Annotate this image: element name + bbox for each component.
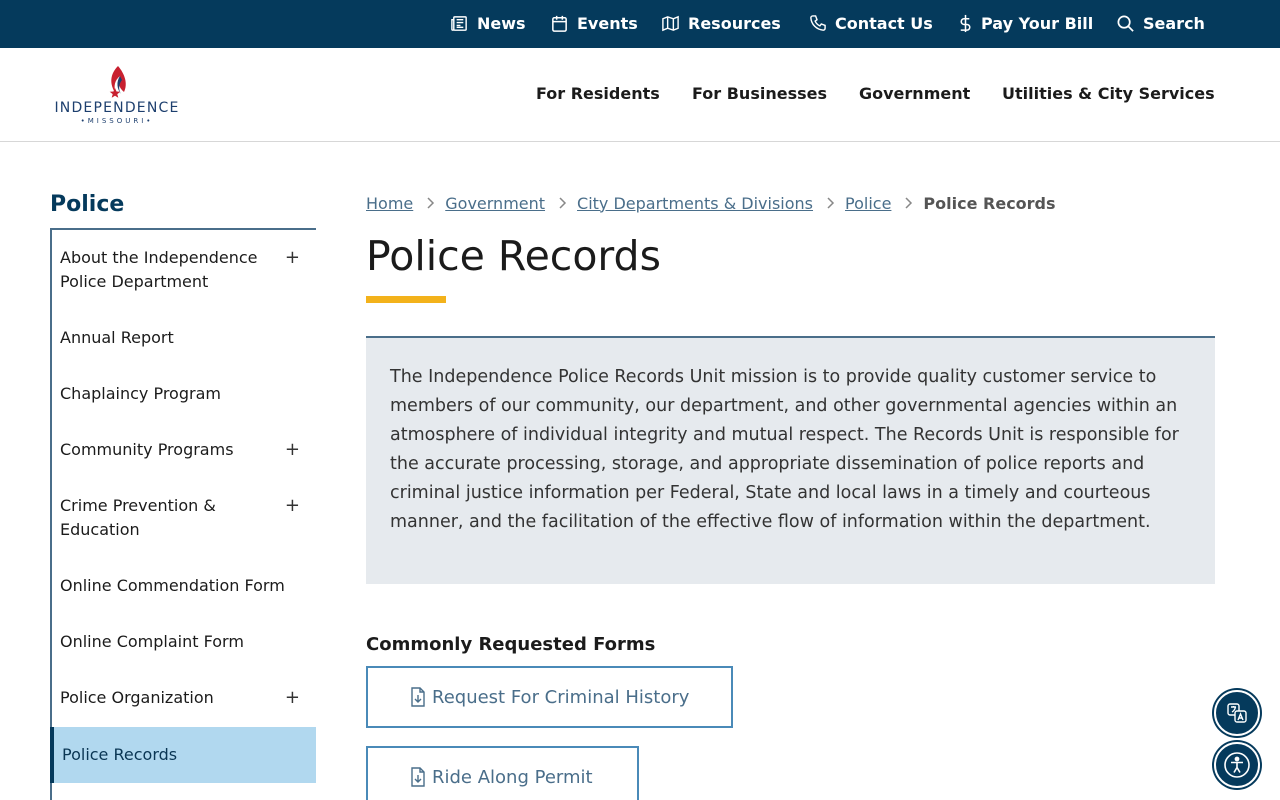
breadcrumb-current: Police Records [923, 193, 1056, 213]
flame-logo-icon [109, 66, 126, 98]
form-button-label: Ride Along Permit [432, 766, 593, 788]
chevron-right-icon [905, 197, 913, 209]
sidebar-item-label: Community Programs [60, 440, 234, 459]
breadcrumb-police[interactable]: Police [845, 194, 891, 213]
dollar-icon [960, 14, 971, 32]
accessibility-icon [1224, 752, 1250, 778]
logo-state: •MISSOURI• [80, 117, 154, 125]
newspaper-icon [451, 15, 467, 31]
sidebar-item-label: Crime Prevention & Education [60, 496, 216, 539]
events-link[interactable]: Events [550, 12, 638, 34]
form-button-label: Request For Criminal History [432, 686, 690, 708]
expand-plus-icon[interactable]: + [285, 438, 300, 462]
city-logo[interactable]: INDEPENDENCE •MISSOURI• [50, 64, 186, 126]
sidebar-item-about[interactable]: About the Independence Police Department… [52, 246, 316, 294]
utility-bar: News Events Resources Contact Us Pay You… [0, 0, 1280, 48]
search-link[interactable]: Search [1116, 12, 1205, 34]
sidebar-item-police-records[interactable]: Police Records [50, 727, 316, 783]
translate-icon [1227, 703, 1247, 723]
sidebar-item-commendation-form[interactable]: Online Commendation Form [52, 574, 316, 598]
sidebar-item-crime-prevention[interactable]: Crime Prevention & Education + [52, 494, 316, 542]
page-title: Police Records [366, 232, 661, 280]
sidebar-item-label: Online Commendation Form [60, 576, 285, 595]
intro-callout: The Independence Police Records Unit mis… [366, 336, 1215, 584]
breadcrumb: Home Government City Departments & Divis… [366, 192, 1056, 214]
forms-heading: Commonly Requested Forms [366, 634, 656, 655]
logo-name: INDEPENDENCE [54, 100, 180, 116]
accessibility-button[interactable] [1214, 742, 1260, 788]
sidebar-item-annual-report[interactable]: Annual Report [52, 326, 316, 350]
chevron-right-icon [427, 197, 435, 209]
search-label: Search [1143, 13, 1205, 33]
calendar-icon [552, 15, 567, 32]
sidebar-item-complaint-form[interactable]: Online Complaint Form [52, 630, 316, 654]
sidebar-item-community-programs[interactable]: Community Programs + [52, 438, 316, 462]
contact-link[interactable]: Contact Us [808, 12, 933, 34]
breadcrumb-home[interactable]: Home [366, 194, 413, 213]
nav-government[interactable]: Government [859, 84, 970, 103]
sidebar-item-label: Police Records [62, 745, 178, 764]
resources-link[interactable]: Resources [661, 12, 781, 34]
breadcrumb-departments[interactable]: City Departments & Divisions [577, 194, 813, 213]
translate-button[interactable] [1214, 690, 1260, 736]
ride-along-form-button[interactable]: Ride Along Permit [366, 746, 639, 800]
criminal-history-form-button[interactable]: Request For Criminal History [366, 666, 733, 728]
sidebar-item-label: Annual Report [60, 328, 174, 347]
news-label: News [477, 13, 526, 33]
search-icon [1117, 15, 1134, 32]
pay-bill-label: Pay Your Bill [981, 13, 1094, 33]
resources-label: Resources [688, 13, 781, 33]
site-header: INDEPENDENCE •MISSOURI• For Residents Fo… [0, 48, 1280, 142]
sidebar-item-label: About the Independence Police Department [60, 248, 258, 291]
map-icon [662, 15, 679, 31]
nav-for-residents[interactable]: For Residents [536, 84, 660, 103]
sidebar-item-label: Police Organization [60, 688, 214, 707]
sidebar-divider [50, 228, 316, 230]
chevron-right-icon [827, 197, 835, 209]
expand-plus-icon[interactable]: + [285, 494, 300, 518]
document-download-icon [411, 687, 425, 707]
title-accent-bar [366, 296, 446, 303]
document-download-icon [411, 767, 425, 787]
sidebar-item-label: Online Complaint Form [60, 632, 244, 651]
nav-for-businesses[interactable]: For Businesses [692, 84, 827, 103]
nav-utilities-city-services[interactable]: Utilities & City Services [1002, 84, 1215, 103]
breadcrumb-government[interactable]: Government [445, 194, 545, 213]
sidebar-item-chaplaincy[interactable]: Chaplaincy Program [52, 382, 316, 406]
news-link[interactable]: News [450, 12, 526, 34]
expand-plus-icon[interactable]: + [285, 686, 300, 710]
pay-bill-link[interactable]: Pay Your Bill [956, 12, 1093, 34]
expand-plus-icon[interactable]: + [285, 246, 300, 270]
intro-text: The Independence Police Records Unit mis… [390, 367, 1179, 532]
events-label: Events [577, 13, 638, 33]
sidebar-item-label: Chaplaincy Program [60, 384, 221, 403]
phone-icon [810, 14, 826, 31]
sidebar-item-police-organization[interactable]: Police Organization + [52, 686, 316, 710]
chevron-right-icon [559, 197, 567, 209]
contact-label: Contact Us [835, 13, 933, 33]
sidebar-title[interactable]: Police [50, 192, 124, 217]
